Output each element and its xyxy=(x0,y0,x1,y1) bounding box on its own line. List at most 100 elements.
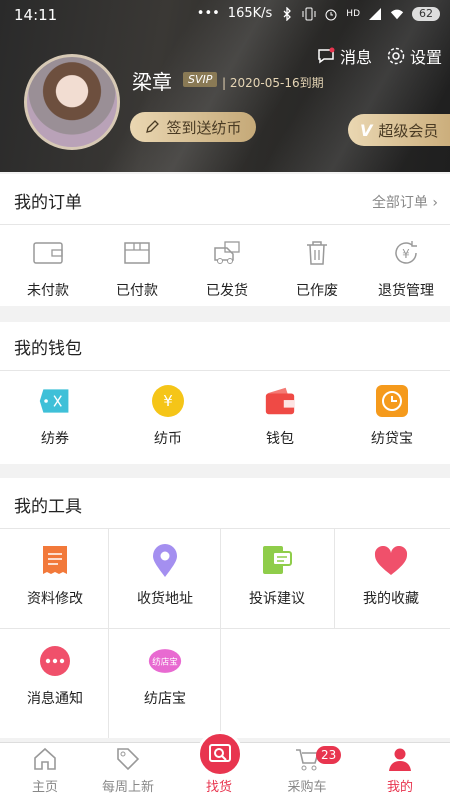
tool-notifications-label: 消息通知 xyxy=(27,691,83,707)
tab-find-goods-label: 找货 xyxy=(205,780,232,795)
document-icon xyxy=(43,546,67,574)
super-vip-button[interactable]: V 超级会员 xyxy=(348,114,450,146)
person-icon xyxy=(389,748,411,771)
tools-section: 我的工具 资料修改 收货地址 投诉建议 我的收藏 消息通知 纺店宝 纺店宝 xyxy=(0,478,450,738)
orders-section: 我的订单 全部订单 › 未付款 已付款 已发货 已作废 ¥ 退货管理 xyxy=(0,174,450,306)
tool-favorites-label: 我的收藏 xyxy=(363,591,419,607)
location-pin-icon xyxy=(153,544,177,577)
coin-icon: ¥ xyxy=(152,385,184,417)
messages-label: 消息 xyxy=(339,48,372,67)
settings-button[interactable]: 设置 xyxy=(386,44,442,68)
order-cancelled-label: 已作废 xyxy=(296,283,338,299)
cart-count-badge: 23 xyxy=(316,746,342,764)
grid-divider xyxy=(108,528,109,738)
order-shipped-label: 已发货 xyxy=(206,283,248,299)
trash-outline-icon xyxy=(307,241,327,265)
divider xyxy=(0,528,450,529)
shop-badge-icon: 纺店宝 xyxy=(148,649,182,673)
tool-shop[interactable]: 纺店宝 纺店宝 xyxy=(120,644,210,708)
status-bar: 14:11 ••• 165K/s HD 62 xyxy=(0,0,450,32)
grid-divider xyxy=(0,628,450,629)
vibrate-icon xyxy=(302,7,316,20)
svg-text:¥: ¥ xyxy=(163,392,173,410)
status-time: 14:11 xyxy=(14,6,58,24)
tab-cart-label: 采购车 xyxy=(287,780,327,795)
order-shipped[interactable]: 已发货 xyxy=(187,236,267,300)
status-dots: ••• xyxy=(196,6,220,21)
username: 梁章 xyxy=(132,70,172,94)
settings-label: 设置 xyxy=(409,48,442,67)
tab-find-goods[interactable]: 找货 xyxy=(174,743,264,800)
gear-icon xyxy=(387,47,405,65)
grid-divider xyxy=(220,528,221,738)
wallet-section: 我的钱包 纺券 ¥ 纺币 钱包 纺贷宝 xyxy=(0,322,450,464)
wallet-outline-icon xyxy=(33,242,63,264)
wifi-icon xyxy=(390,9,404,19)
super-vip-label: 超级会员 xyxy=(378,121,439,140)
bottom-tab-bar: 主页 每周上新 找货 采购车 23 我的 xyxy=(0,731,450,800)
svg-text:¥: ¥ xyxy=(402,247,410,261)
divider xyxy=(0,224,450,225)
svg-text:纺店宝: 纺店宝 xyxy=(152,656,178,667)
battery-indicator: 62 xyxy=(412,6,440,21)
tool-notifications[interactable]: 消息通知 xyxy=(10,644,100,708)
wallet-purse[interactable]: 钱包 xyxy=(240,384,320,448)
alarm-icon xyxy=(325,9,337,20)
tool-feedback-label: 投诉建议 xyxy=(249,591,305,607)
tab-weekly-new[interactable]: 每周上新 xyxy=(83,743,173,800)
wallet-coin-label: 纺币 xyxy=(154,431,182,447)
membership-expiry: | 2020-05-16到期 xyxy=(222,76,324,90)
tool-profile-edit[interactable]: 资料修改 xyxy=(10,544,100,608)
box-outline-icon xyxy=(124,242,150,264)
tab-weekly-new-label: 每周上新 xyxy=(101,780,154,795)
status-hd: HD xyxy=(346,8,360,19)
all-orders-link[interactable]: 全部订单 › xyxy=(372,192,438,212)
profile-header: 14:11 ••• 165K/s HD 62 消息 设置 梁章 SVIP | 2… xyxy=(0,0,450,172)
order-paid-label: 已付款 xyxy=(116,283,158,299)
tool-address[interactable]: 收货地址 xyxy=(120,544,210,608)
avatar[interactable] xyxy=(24,54,120,150)
truck-outline-icon xyxy=(214,241,240,264)
wallet-coupon-label: 纺券 xyxy=(41,431,69,447)
yen-return-icon: ¥ xyxy=(395,241,417,264)
order-unpaid[interactable]: 未付款 xyxy=(8,236,88,300)
wallet-coin[interactable]: ¥ 纺币 xyxy=(128,384,208,448)
order-paid[interactable]: 已付款 xyxy=(97,236,177,300)
feedback-icon xyxy=(263,546,292,574)
tool-address-label: 收货地址 xyxy=(137,591,193,607)
status-speed: 165K/s xyxy=(227,6,273,21)
heart-icon xyxy=(374,546,408,575)
tab-mine[interactable]: 我的 xyxy=(355,743,445,800)
tool-profile-edit-label: 资料修改 xyxy=(27,591,83,607)
vip-v-icon: V xyxy=(360,120,373,140)
wallet-loan[interactable]: 纺贷宝 xyxy=(352,384,432,448)
tools-title: 我的工具 xyxy=(14,497,82,517)
wallet-icon xyxy=(265,387,295,415)
home-icon xyxy=(34,747,56,770)
tab-home-label: 主页 xyxy=(31,780,58,795)
tool-feedback[interactable]: 投诉建议 xyxy=(232,544,322,608)
chat-bubble-icon xyxy=(40,646,70,676)
order-returns-label: 退货管理 xyxy=(378,283,434,299)
messages-button[interactable]: 消息 xyxy=(316,44,372,68)
tool-favorites[interactable]: 我的收藏 xyxy=(346,544,436,608)
coupon-icon xyxy=(39,389,69,413)
pencil-icon xyxy=(146,120,160,133)
order-returns[interactable]: ¥ 退货管理 xyxy=(362,236,450,300)
orders-title: 我的订单 xyxy=(14,193,82,213)
svip-badge: SVIP xyxy=(183,72,218,87)
signin-button[interactable]: 签到送纺币 xyxy=(130,112,256,142)
wallet-purse-label: 钱包 xyxy=(266,431,294,447)
tool-shop-label: 纺店宝 xyxy=(144,691,186,707)
tab-home[interactable]: 主页 xyxy=(0,743,90,800)
grid-divider xyxy=(334,528,335,628)
bluetooth-icon xyxy=(283,6,292,21)
wallet-title: 我的钱包 xyxy=(14,339,82,359)
chat-icon xyxy=(318,47,335,64)
divider xyxy=(0,370,450,371)
wallet-coupon[interactable]: 纺券 xyxy=(15,384,95,448)
tab-mine-label: 我的 xyxy=(386,780,413,795)
wallet-loan-label: 纺贷宝 xyxy=(371,431,413,447)
loan-icon xyxy=(376,385,408,417)
order-cancelled[interactable]: 已作废 xyxy=(277,236,357,300)
